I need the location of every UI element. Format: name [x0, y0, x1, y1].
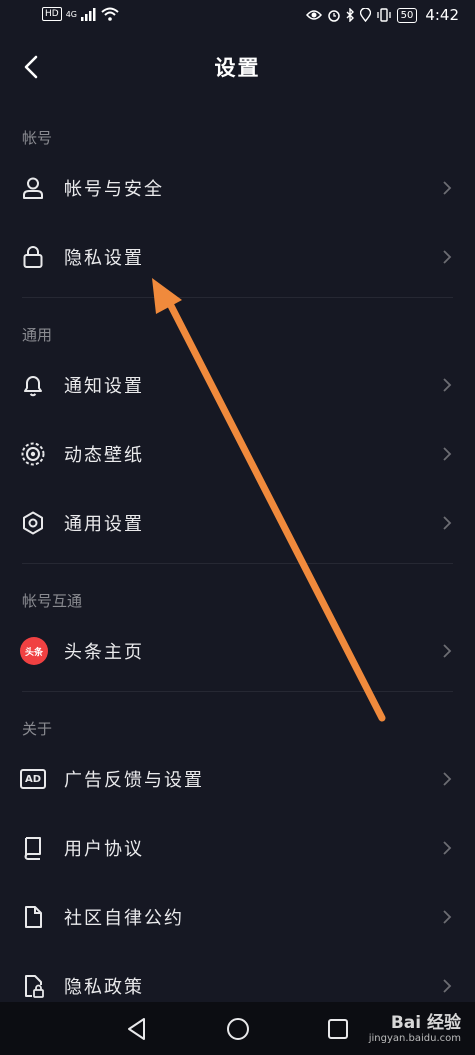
location-icon — [359, 8, 371, 22]
chevron-right-icon — [443, 841, 452, 855]
system-nav-bar: Bai 经验 jingyan.baidu.com — [0, 1002, 475, 1055]
page-title: 设置 — [214, 56, 261, 80]
status-time: 4:42 — [425, 6, 459, 24]
document-lock-icon — [25, 975, 44, 998]
row-label: 广告反馈与设置 — [64, 770, 204, 791]
row-community-convention[interactable]: 社区自律公约 — [0, 884, 475, 950]
wifi-icon — [101, 7, 119, 21]
hd-badge: HD — [42, 7, 62, 21]
row-live-wallpaper[interactable]: 动态壁纸 — [0, 421, 475, 487]
row-user-agreement[interactable]: 用户协议 — [0, 815, 475, 881]
bluetooth-icon — [346, 8, 354, 22]
row-label: 隐私政策 — [64, 977, 144, 998]
book-icon — [24, 837, 41, 860]
toutiao-icon: 头条 — [20, 637, 48, 665]
wallpaper-icon — [21, 442, 45, 466]
ad-icon: AD — [20, 769, 46, 789]
chevron-right-icon — [443, 910, 452, 924]
header: 设置 — [0, 34, 475, 100]
gear-icon — [23, 511, 43, 535]
person-icon — [23, 177, 43, 199]
row-account-security[interactable]: 帐号与安全 — [0, 155, 475, 221]
nav-back-icon[interactable] — [122, 1014, 152, 1044]
chevron-right-icon — [443, 250, 452, 264]
row-label: 头条主页 — [64, 642, 144, 663]
divider — [22, 563, 453, 564]
row-label: 帐号与安全 — [64, 179, 164, 200]
nav-recents-icon[interactable] — [323, 1014, 353, 1044]
row-label: 社区自律公约 — [64, 908, 184, 929]
bell-icon — [24, 376, 42, 397]
eye-icon — [305, 10, 322, 20]
row-ad-feedback[interactable]: AD 广告反馈与设置 — [0, 746, 475, 812]
vibrate-icon — [376, 8, 391, 22]
chevron-right-icon — [443, 979, 452, 993]
chevron-right-icon — [443, 181, 452, 195]
row-label: 通知设置 — [64, 376, 144, 397]
signal-icon — [81, 8, 96, 21]
watermark: Bai 经验 jingyan.baidu.com — [369, 1008, 461, 1044]
section-label-general: 通用 — [22, 326, 53, 344]
section-label-account: 帐号 — [22, 129, 53, 147]
row-privacy-settings[interactable]: 隐私设置 — [0, 224, 475, 290]
battery-level: 50 — [396, 7, 418, 23]
row-general-settings[interactable]: 通用设置 — [0, 490, 475, 556]
divider — [22, 297, 453, 298]
row-label: 隐私设置 — [64, 248, 144, 269]
chevron-right-icon — [443, 447, 452, 461]
section-label-about: 关于 — [22, 720, 53, 738]
document-icon — [25, 906, 42, 928]
alarm-icon — [327, 10, 340, 22]
row-label: 通用设置 — [64, 514, 144, 535]
chevron-right-icon — [443, 644, 452, 658]
row-notification-settings[interactable]: 通知设置 — [0, 352, 475, 418]
chevron-right-icon — [443, 516, 452, 530]
row-label: 用户协议 — [64, 839, 144, 860]
chevron-right-icon — [443, 772, 452, 786]
ad-icon-label: AD — [24, 773, 42, 785]
watermark-url: jingyan.baidu.com — [368, 1033, 461, 1044]
status-bar: HD 4G 50 4:42 — [0, 0, 475, 34]
network-type: 4G — [65, 9, 77, 19]
divider — [22, 691, 453, 692]
chevron-right-icon — [443, 378, 452, 392]
nav-home-icon[interactable] — [223, 1014, 253, 1044]
watermark-logo: Bai 经验 — [390, 1013, 461, 1033]
section-label-interop: 帐号互通 — [22, 592, 83, 610]
row-toutiao-home[interactable]: 头条 头条主页 — [0, 618, 475, 684]
lock-icon — [23, 246, 43, 268]
row-label: 动态壁纸 — [64, 445, 144, 466]
